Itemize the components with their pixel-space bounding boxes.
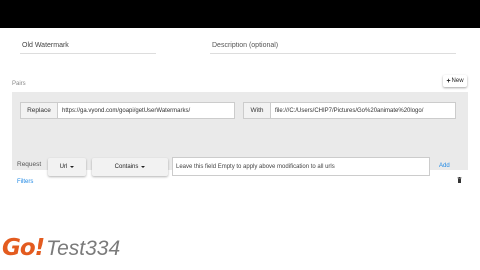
match-type-value: Contains [114, 164, 139, 170]
new-pair-button[interactable]: + New [443, 75, 467, 87]
replace-label: Replace [20, 102, 58, 119]
request-type-dropdown[interactable]: Url [48, 158, 86, 176]
replace-input[interactable]: https://ga.vyond.com/goapi/getUserWaterm… [57, 102, 235, 119]
add-filter-link[interactable]: Add [439, 163, 450, 169]
filters-link[interactable]: Filters [17, 179, 33, 185]
go-test-logo: Go! Test334 [2, 235, 120, 261]
logo-go-text: Go! [2, 235, 45, 261]
screen-frame: Old Watermark Description (optional) Pai… [0, 0, 480, 270]
app-window: Old Watermark Description (optional) Pai… [0, 28, 480, 270]
new-pair-label: New [451, 78, 464, 84]
plus-icon: + [446, 77, 451, 85]
request-type-value: Url [59, 164, 68, 170]
trash-icon[interactable] [457, 177, 462, 183]
match-type-dropdown[interactable]: Contains [92, 158, 168, 176]
pair-panel: Replace https://ga.vyond.com/goapi/getUs… [12, 92, 468, 185]
pairs-label: Pairs [12, 81, 26, 87]
caret-down-icon [141, 166, 146, 168]
recording-watermark: www.Bandicam.com [183, 31, 297, 45]
with-input[interactable]: file:///C:/Users/CHIP7/Pictures/Go%20ani… [270, 102, 456, 119]
request-filter-input[interactable]: Leave this field Empty to apply above mo… [172, 157, 430, 176]
request-label: Request [17, 161, 42, 168]
logo-rest-text: Test334 [46, 237, 121, 260]
with-label: With [243, 102, 271, 119]
caret-down-icon [70, 166, 75, 168]
